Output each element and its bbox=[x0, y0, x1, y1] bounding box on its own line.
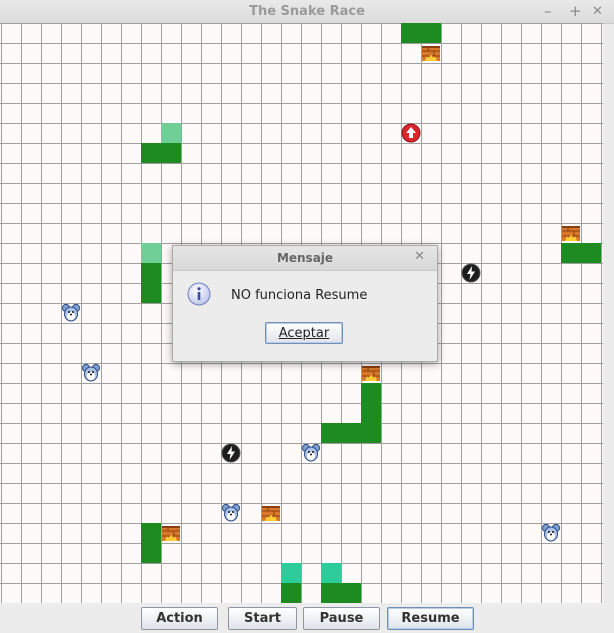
fire-wall-icon bbox=[161, 523, 181, 543]
snake-segment bbox=[581, 243, 601, 263]
fire-wall-icon bbox=[261, 503, 281, 523]
snake-head bbox=[321, 563, 341, 583]
lightning-icon bbox=[461, 263, 481, 283]
snake-segment bbox=[141, 263, 161, 283]
snake-segment bbox=[401, 23, 421, 43]
snake-segment bbox=[361, 423, 381, 443]
pause-button[interactable]: Pause bbox=[303, 607, 380, 630]
mouse-icon bbox=[301, 443, 321, 463]
snake-segment bbox=[361, 383, 381, 403]
snake-segment bbox=[321, 423, 341, 443]
control-bar: Action Start Pause Resume bbox=[0, 603, 614, 633]
resume-button[interactable]: Resume bbox=[387, 607, 474, 630]
snake-segment bbox=[321, 583, 341, 603]
dialog-ok-label: Aceptar bbox=[278, 325, 330, 341]
dialog-close-icon[interactable]: ✕ bbox=[414, 249, 425, 264]
window-titlebar: The Snake Race – + ✕ bbox=[0, 0, 614, 24]
minimize-icon[interactable]: – bbox=[544, 2, 552, 20]
fire-wall-icon bbox=[561, 223, 581, 243]
snake-segment bbox=[161, 143, 181, 163]
snake-segment bbox=[341, 423, 361, 443]
info-icon bbox=[187, 282, 211, 306]
dialog-ok-button[interactable]: Aceptar bbox=[265, 322, 343, 344]
snake-segment bbox=[141, 523, 161, 543]
message-dialog: Mensaje ✕ NO funciona Resume Aceptar bbox=[172, 245, 438, 362]
start-button[interactable]: Start bbox=[228, 607, 297, 630]
snake-head bbox=[161, 123, 181, 143]
dialog-titlebar: Mensaje ✕ bbox=[173, 246, 437, 271]
snake-head bbox=[141, 243, 161, 263]
lightning-icon bbox=[221, 443, 241, 463]
snake-segment bbox=[281, 583, 301, 603]
snake-head bbox=[281, 563, 301, 583]
snake-segment bbox=[561, 243, 581, 263]
dialog-message: NO funciona Resume bbox=[231, 288, 368, 303]
mouse-icon bbox=[541, 523, 561, 543]
dialog-title: Mensaje bbox=[276, 251, 334, 265]
window-title: The Snake Race bbox=[249, 4, 365, 19]
snake-segment bbox=[141, 283, 161, 303]
fire-wall-icon bbox=[421, 43, 441, 63]
action-button[interactable]: Action bbox=[141, 607, 218, 630]
snake-segment bbox=[141, 543, 161, 563]
arrow-up-icon bbox=[401, 123, 421, 143]
mouse-icon bbox=[221, 503, 241, 523]
snake-segment bbox=[141, 143, 161, 163]
snake-segment bbox=[421, 23, 441, 43]
fire-wall-icon bbox=[361, 363, 381, 383]
snake-segment bbox=[341, 583, 361, 603]
snake-segment bbox=[361, 403, 381, 423]
mouse-icon bbox=[81, 363, 101, 383]
mouse-icon bbox=[61, 303, 81, 323]
close-icon[interactable]: ✕ bbox=[592, 4, 603, 19]
maximize-icon[interactable]: + bbox=[569, 2, 582, 20]
